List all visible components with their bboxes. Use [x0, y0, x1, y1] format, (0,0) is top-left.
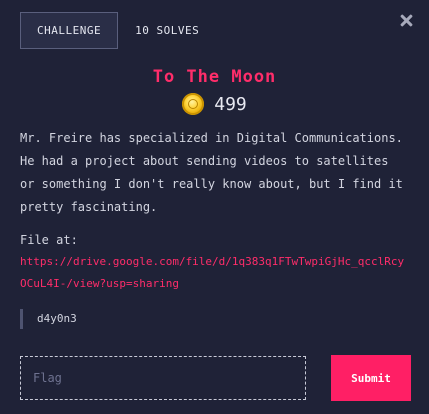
file-link[interactable]: https://drive.google.com/file/d/1q383q1F… [20, 251, 409, 295]
tab-solves[interactable]: 10 SOLVES [118, 12, 216, 49]
challenge-points: 499 [20, 93, 409, 115]
flag-input[interactable] [20, 356, 306, 400]
flag-form: Submit [20, 355, 411, 401]
submit-button[interactable]: Submit [331, 355, 411, 401]
coin-icon [182, 93, 205, 115]
challenge-title: To The Moon [152, 67, 277, 87]
points-value: 499 [214, 93, 247, 115]
challenge-author: d4y0n3 [20, 309, 409, 329]
tab-challenge[interactable]: CHALLENGE [20, 12, 119, 49]
challenge-tabs: CHALLENGE 10 SOLVES [20, 12, 409, 49]
challenge-description: Mr. Freire has specialized in Digital Co… [20, 131, 403, 214]
close-icon[interactable] [399, 14, 413, 28]
file-label: File at: [20, 233, 78, 247]
challenge-modal: CHALLENGE 10 SOLVES To The Moon 499 Mr. … [0, 0, 429, 414]
